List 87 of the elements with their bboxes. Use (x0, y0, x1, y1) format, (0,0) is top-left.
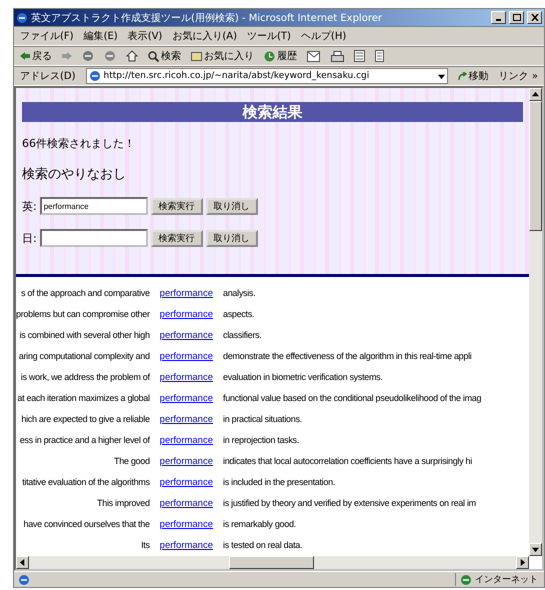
folder-icon (191, 51, 202, 61)
keyword-field[interactable] (40, 229, 148, 247)
back-arrow-icon (20, 51, 30, 61)
context-text: aring computational complexity and (18, 350, 150, 363)
field-label: 英: (22, 198, 37, 214)
keyword-link[interactable]: performance (160, 325, 214, 346)
search-button[interactable]: 検索実行 (150, 198, 203, 214)
arrow-icon (458, 72, 467, 80)
context-text: is included in the presentation. (223, 476, 336, 489)
clock-icon (264, 50, 275, 62)
keyword-link[interactable]: performance (160, 367, 214, 388)
context-text: in practical situations. (223, 413, 303, 426)
menu-item[interactable]: ヘルプ(H) (300, 29, 346, 43)
clear-button[interactable]: 取り消し (206, 198, 258, 214)
links-button[interactable]: リンク » (498, 69, 538, 83)
keyword-link[interactable]: performance (160, 304, 214, 325)
maximize-icon (512, 14, 520, 21)
context-text: This improved (96, 497, 150, 510)
clear-button[interactable]: 取り消し (206, 230, 258, 246)
section-heading: 検索のやりなおし (22, 166, 127, 183)
context-text: The good (113, 455, 150, 468)
context-text: is combined with several other high (18, 329, 150, 342)
maximize-button[interactable] (509, 11, 524, 24)
keyword-link[interactable]: performance (160, 409, 214, 430)
context-text: aspects. (223, 308, 256, 321)
scroll-up-icon[interactable] (532, 91, 539, 98)
page-heading: 検索結果 (22, 102, 523, 122)
context-text: titative evaluation of the algorithms (21, 476, 150, 489)
menu-item[interactable]: 表示(V) (128, 29, 162, 43)
favorites-button[interactable]: お気に入り (191, 49, 254, 63)
vertical-scrollbar[interactable] (529, 88, 542, 556)
close-button[interactable] (527, 11, 542, 24)
context-text: ess in practice and a higher level of (18, 434, 150, 447)
context-text: demonstrate the effectiveness of the algorithm in this real-time appli (223, 350, 472, 363)
address-label: アドレス(D) (20, 70, 76, 83)
context-text: have convinced ourselves that the (22, 518, 150, 531)
keyword-link[interactable]: performance (160, 430, 214, 451)
go-button[interactable]: 移動 (458, 69, 489, 83)
zone-indicator: インターネット (455, 573, 540, 586)
keyword-link[interactable]: performance (160, 493, 214, 514)
context-text: indicates that local autocorrelation coefficients have a surprisingly hi (223, 455, 473, 468)
result-count: 66件検索されました！ (22, 136, 136, 151)
close-icon (530, 14, 538, 21)
context-text: is remarkably good. (223, 518, 297, 531)
context-text: hich are expected to give a reliable (20, 413, 150, 426)
dropdown-icon[interactable] (438, 72, 445, 80)
context-text: at each iteration maximizes a global (16, 392, 150, 405)
scroll-down-icon[interactable] (532, 546, 539, 553)
home-icon[interactable] (126, 50, 138, 62)
document-icon[interactable] (354, 50, 365, 62)
menu-item[interactable]: ツール(T) (247, 29, 291, 43)
search-button[interactable]: 検索 (148, 49, 181, 63)
back-button[interactable]: 戻る (20, 49, 52, 63)
field-label: 日: (22, 230, 37, 246)
keyword-link[interactable]: performance (160, 451, 214, 472)
horizontal-scrollbar[interactable] (16, 556, 529, 569)
history-button[interactable]: 履歴 (264, 49, 297, 63)
context-text: evaluation in biometric verification systems. (223, 371, 384, 384)
keyword-link[interactable]: performance (160, 283, 214, 304)
context-text: is work, we address the problem of (20, 371, 150, 384)
scroll-left-icon[interactable] (19, 559, 26, 566)
keyword-link[interactable]: performance (160, 535, 214, 556)
mail-icon[interactable] (307, 50, 321, 62)
minimize-button[interactable] (491, 11, 506, 24)
menu-item[interactable]: ファイル(F) (20, 29, 74, 43)
context-text: analysis. (223, 287, 256, 300)
context-text: is tested on real data. (223, 539, 304, 552)
context-text: functional value based on the conditional pseudolikelihood of the imag (223, 392, 482, 405)
context-text: classifiers. (223, 329, 262, 342)
keyword-link[interactable]: performance (160, 472, 214, 493)
context-text: Its (140, 539, 150, 552)
context-text: is justified by theory and verified by extensive experiments on real im (223, 497, 477, 510)
context-text: problems but can compromise other (16, 308, 150, 321)
printer-icon[interactable] (331, 50, 344, 62)
menu-item[interactable]: 編集(E) (84, 29, 118, 43)
keyword-link[interactable]: performance (160, 346, 214, 367)
search-icon (148, 50, 159, 62)
context-text: s of the approach and comparative (20, 287, 150, 300)
keyword-field[interactable]: performance (40, 197, 148, 215)
keyword-link[interactable]: performance (160, 388, 214, 409)
menu-item[interactable]: お気に入り(A) (172, 29, 237, 43)
search-button[interactable]: 検索実行 (150, 230, 203, 246)
keyword-link[interactable]: performance (160, 514, 214, 535)
context-text: in reprojection tasks. (223, 434, 300, 447)
scroll-right-icon[interactable] (519, 559, 526, 566)
window-title: 英文アブストラクト作成支援ツール(用例検索) - Microsoft Internet Explorer (31, 12, 383, 24)
address-field[interactable]: http://ten.src.ricoh.co.jp/~narita/abst/keyword_kensaku.cgi (86, 68, 448, 84)
